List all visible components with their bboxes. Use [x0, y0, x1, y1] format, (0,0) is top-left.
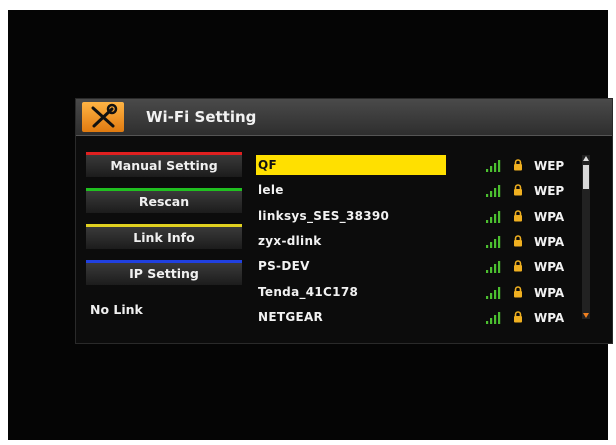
link-info-button[interactable]: Link Info — [86, 224, 242, 249]
network-list: QF WEP lele WEP linksys_SES_38390 WPA zyx-dlin… — [252, 155, 602, 337]
lock-icon — [514, 159, 522, 171]
scroll-up-icon[interactable] — [582, 155, 590, 163]
manual-setting-button[interactable]: Manual Setting — [86, 152, 242, 177]
signal-icon — [486, 287, 501, 299]
color-key-bar — [86, 224, 242, 227]
security-type: WPA — [534, 286, 565, 300]
network-row[interactable]: NETGEAR WPA — [252, 307, 602, 329]
lock-icon — [514, 210, 522, 222]
network-ssid: zyx-dlink — [258, 234, 322, 248]
network-ssid: Tenda_41C178 — [258, 285, 359, 299]
lock-icon — [514, 286, 522, 298]
tools-icon — [82, 102, 124, 132]
signal-icon — [486, 261, 501, 273]
lock-icon — [514, 260, 522, 272]
lock-icon — [514, 184, 522, 196]
security-type: WPA — [534, 311, 565, 325]
lock-icon — [514, 235, 522, 247]
network-row[interactable]: QF WEP — [252, 155, 602, 177]
network-ssid: linksys_SES_38390 — [258, 209, 390, 223]
signal-icon — [486, 160, 501, 172]
rescan-button[interactable]: Rescan — [86, 188, 242, 213]
security-type: WPA — [534, 235, 565, 249]
ip-setting-button[interactable]: IP Setting — [86, 260, 242, 285]
lock-icon — [514, 311, 522, 323]
network-row[interactable]: Tenda_41C178 WPA — [252, 282, 602, 304]
security-type: WEP — [534, 159, 565, 173]
color-key-bar — [86, 188, 242, 191]
security-type: WPA — [534, 210, 565, 224]
title-bar: Wi-Fi Setting — [76, 99, 612, 136]
scroll-thumb[interactable] — [583, 165, 589, 189]
network-ssid: NETGEAR — [258, 310, 324, 324]
security-type: WEP — [534, 184, 565, 198]
tv-screen: Wi-Fi Setting Manual Setting Rescan Link I… — [8, 10, 613, 440]
scroll-down-icon[interactable] — [582, 311, 590, 319]
network-ssid: QF — [258, 158, 277, 172]
security-type: WPA — [534, 260, 565, 274]
button-label: IP Setting — [129, 266, 199, 281]
signal-icon — [486, 185, 501, 197]
link-status: No Link — [90, 302, 143, 317]
selection-highlight — [256, 155, 446, 175]
window-title: Wi-Fi Setting — [146, 108, 257, 126]
button-label: Rescan — [138, 194, 190, 209]
button-label: Manual Setting — [110, 158, 218, 173]
signal-icon — [486, 312, 501, 324]
color-key-bar — [86, 152, 242, 155]
wifi-setting-panel: Wi-Fi Setting Manual Setting Rescan Link I… — [75, 98, 613, 344]
network-row[interactable]: zyx-dlink WPA — [252, 231, 602, 253]
network-row[interactable]: linksys_SES_38390 WPA — [252, 206, 602, 228]
scrollbar[interactable] — [582, 155, 590, 319]
network-ssid: lele — [258, 183, 284, 197]
signal-icon — [486, 211, 501, 223]
network-row[interactable]: lele WEP — [252, 180, 602, 202]
network-ssid: PS-DEV — [258, 259, 310, 273]
color-key-bar — [86, 260, 242, 263]
signal-icon — [486, 236, 501, 248]
button-label: Link Info — [133, 230, 195, 245]
network-row[interactable]: PS-DEV WPA — [252, 256, 602, 278]
